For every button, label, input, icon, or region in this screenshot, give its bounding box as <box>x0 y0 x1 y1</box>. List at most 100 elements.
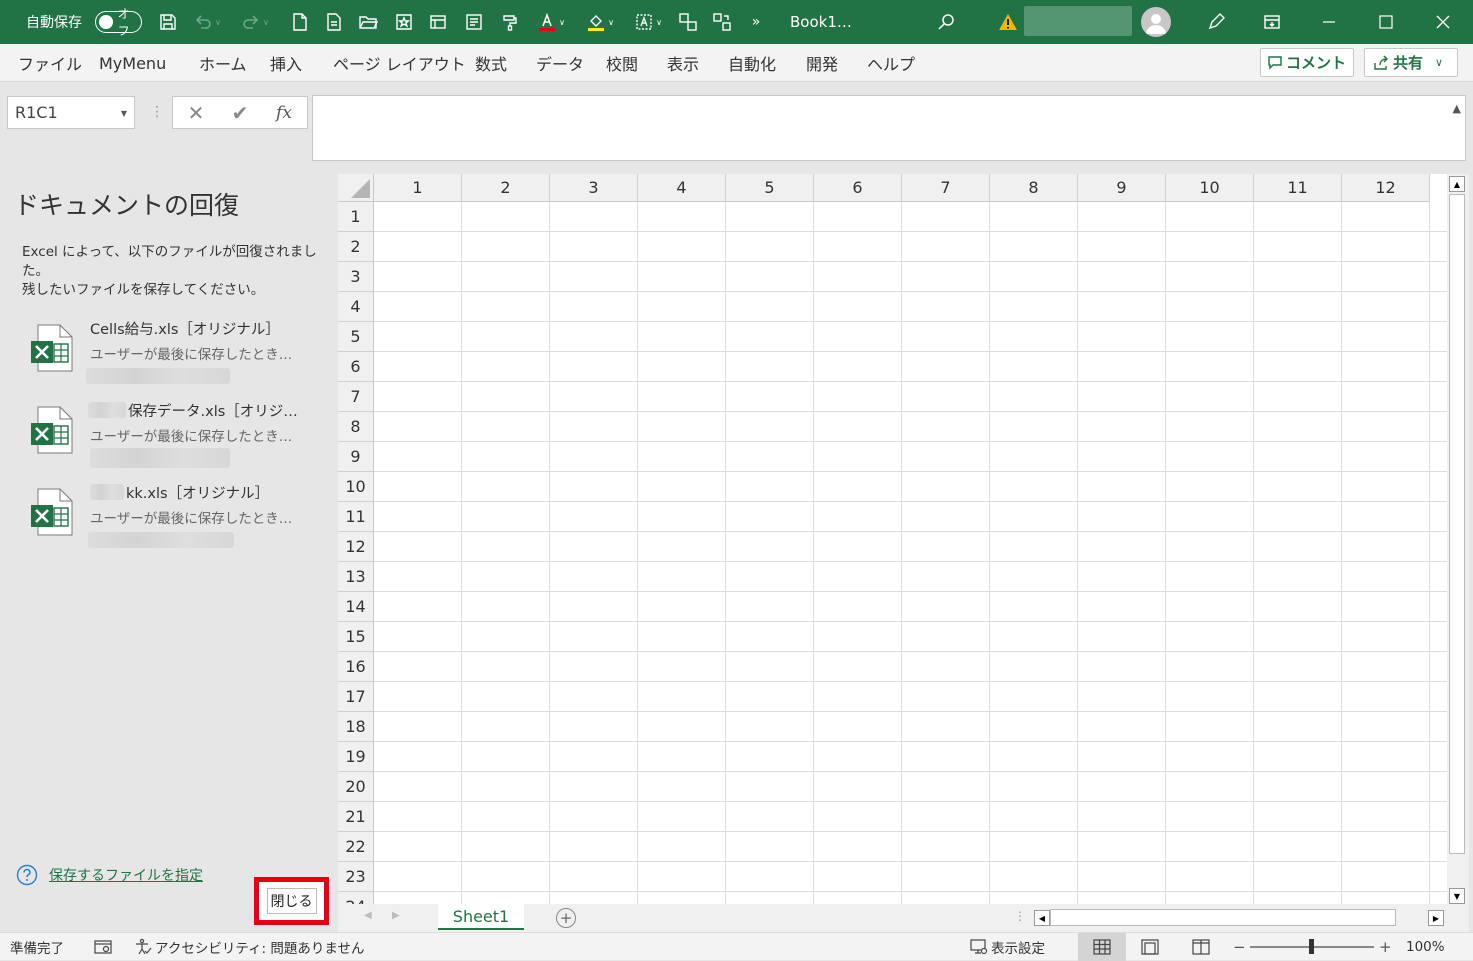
column-header[interactable]: 8 <box>990 174 1078 202</box>
row-header[interactable]: 19 <box>338 742 374 772</box>
scroll-down-icon[interactable]: ▼ <box>1449 888 1465 904</box>
tab-page-layout[interactable]: ページ レイアウト <box>333 44 466 82</box>
accessibility-status[interactable]: アクセシビリティ: 問題ありません <box>134 933 364 961</box>
formula-bar-grip-icon[interactable]: ⋮ <box>150 104 164 120</box>
comments-button[interactable]: コメント <box>1260 48 1354 77</box>
row-header[interactable]: 21 <box>338 802 374 832</box>
minimize-icon[interactable] <box>1316 0 1342 44</box>
row-header[interactable]: 7 <box>338 382 374 412</box>
row-header[interactable]: 14 <box>338 592 374 622</box>
column-header[interactable]: 1 <box>374 174 462 202</box>
row-header[interactable]: 23 <box>338 862 374 892</box>
row-header[interactable]: 22 <box>338 832 374 862</box>
row-header[interactable]: 3 <box>338 262 374 292</box>
share-button[interactable]: 共有 ∨ <box>1364 48 1458 77</box>
textbox-icon[interactable]: ∨ <box>628 0 668 44</box>
open-folder-icon[interactable] <box>356 0 380 44</box>
row-header[interactable]: 18 <box>338 712 374 742</box>
redo-icon[interactable]: ∨ <box>238 0 272 44</box>
ribbon-display-icon[interactable] <box>1260 0 1284 44</box>
tab-view[interactable]: 表示 <box>667 44 699 82</box>
tab-file[interactable]: ファイル <box>18 44 82 82</box>
page-layout-view-icon[interactable] <box>1141 933 1159 961</box>
display-settings-button[interactable]: 表示設定 <box>970 933 1045 961</box>
column-header[interactable]: 10 <box>1166 174 1254 202</box>
formula-input[interactable]: ▲ <box>312 95 1466 161</box>
tab-review[interactable]: 校閲 <box>606 44 638 82</box>
save-icon[interactable] <box>156 0 180 44</box>
name-box-dropdown-icon[interactable]: ▼ <box>121 109 127 118</box>
add-sheet-icon[interactable]: + <box>556 908 576 928</box>
warning-icon[interactable] <box>996 0 1020 44</box>
tab-data[interactable]: データ <box>536 44 584 82</box>
row-header[interactable]: 2 <box>338 232 374 262</box>
undo-icon[interactable]: ∨ <box>190 0 224 44</box>
row-header[interactable]: 15 <box>338 622 374 652</box>
zoom-in-button[interactable]: + <box>1379 933 1392 961</box>
close-recovery-button[interactable]: 閉じる <box>266 888 317 914</box>
row-header[interactable]: 4 <box>338 292 374 322</box>
page-break-view-icon[interactable] <box>1192 933 1210 961</box>
zoom-level[interactable]: 100% <box>1406 933 1445 961</box>
form-icon[interactable] <box>426 0 450 44</box>
column-header[interactable]: 6 <box>814 174 902 202</box>
pen-icon[interactable] <box>1204 0 1228 44</box>
tab-splitter-icon[interactable]: ⋮ <box>1014 909 1026 923</box>
font-color-icon[interactable]: ∨ <box>532 0 570 44</box>
tab-help[interactable]: ヘルプ <box>867 44 915 82</box>
column-header[interactable]: 5 <box>726 174 814 202</box>
name-box[interactable]: R1C1 ▼ <box>7 96 135 129</box>
sheet-tab[interactable]: Sheet1 <box>438 904 524 930</box>
tab-developer[interactable]: 開発 <box>806 44 838 82</box>
next-sheet-icon[interactable]: ▶ <box>392 910 400 921</box>
column-header[interactable]: 9 <box>1078 174 1166 202</box>
row-header[interactable]: 16 <box>338 652 374 682</box>
row-header[interactable]: 17 <box>338 682 374 712</box>
autosave-toggle[interactable]: オフ <box>95 7 142 38</box>
prev-sheet-icon[interactable]: ◀ <box>364 910 372 921</box>
vertical-scrollbar[interactable]: ▲ ▼ <box>1447 174 1469 904</box>
specify-files-link[interactable]: 保存するファイルを指定 <box>49 865 203 885</box>
row-header[interactable]: 24 <box>338 892 374 904</box>
tab-mymenu[interactable]: MyMenu <box>99 44 166 82</box>
collapse-formula-icon[interactable]: ▲ <box>1453 102 1461 115</box>
column-header[interactable]: 7 <box>902 174 990 202</box>
insert-function-icon[interactable]: fx <box>269 97 299 128</box>
cancel-entry-icon[interactable]: ✕ <box>181 97 211 128</box>
maximize-icon[interactable] <box>1373 0 1399 44</box>
more-commands-icon[interactable]: » <box>746 0 766 44</box>
row-header[interactable]: 8 <box>338 412 374 442</box>
row-header[interactable]: 12 <box>338 532 374 562</box>
zoom-out-button[interactable]: − <box>1233 933 1246 961</box>
recovered-file-item[interactable]: kk.xls［オリジナル］ ユーザーが最後に保存したとき… <box>22 482 312 562</box>
new-file-icon[interactable] <box>288 0 312 44</box>
group-icon[interactable] <box>676 0 700 44</box>
avatar[interactable] <box>1141 7 1171 37</box>
search-icon[interactable] <box>934 0 958 44</box>
column-header[interactable]: 4 <box>638 174 726 202</box>
row-header[interactable]: 13 <box>338 562 374 592</box>
favorite-file-icon[interactable] <box>392 0 416 44</box>
format-painter-icon[interactable] <box>498 0 522 44</box>
vertical-scroll-thumb[interactable] <box>1449 194 1465 854</box>
tab-formulas[interactable]: 数式 <box>475 44 507 82</box>
column-header[interactable]: 3 <box>550 174 638 202</box>
horizontal-scrollbar[interactable]: ◀ ▶ <box>1032 908 1446 928</box>
print-preview-icon[interactable] <box>462 0 486 44</box>
tab-insert[interactable]: 挿入 <box>270 44 302 82</box>
column-header[interactable]: 2 <box>462 174 550 202</box>
row-header[interactable]: 9 <box>338 442 374 472</box>
new-template-icon[interactable] <box>322 0 346 44</box>
normal-view-icon[interactable] <box>1078 933 1126 961</box>
horizontal-scroll-thumb[interactable] <box>1050 909 1396 926</box>
scroll-up-icon[interactable]: ▲ <box>1449 176 1465 192</box>
tab-home[interactable]: ホーム <box>199 44 247 82</box>
close-window-icon[interactable] <box>1430 0 1456 44</box>
tab-automate[interactable]: 自動化 <box>728 44 776 82</box>
row-header[interactable]: 6 <box>338 352 374 382</box>
chevron-down-icon[interactable]: ∨ <box>1435 56 1443 69</box>
recovered-file-item[interactable]: Cells給与.xls［オリジナル］ ユーザーが最後に保存したとき… <box>22 318 312 398</box>
column-header[interactable]: 11 <box>1254 174 1342 202</box>
row-header[interactable]: 5 <box>338 322 374 352</box>
confirm-entry-icon[interactable]: ✔ <box>225 97 255 128</box>
